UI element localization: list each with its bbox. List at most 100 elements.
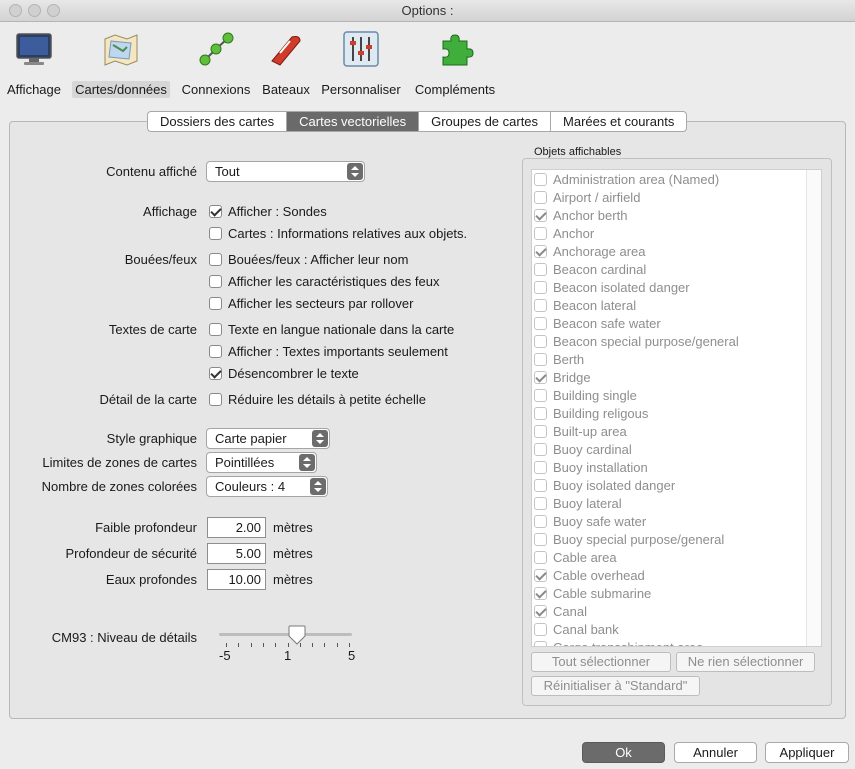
object-list-item[interactable]: Buoy installation (532, 458, 821, 476)
objects-list[interactable]: Administration area (Named) Airport / air… (531, 169, 822, 647)
detail-reduire-row[interactable]: Réduire les détails à petite échelle (209, 392, 426, 407)
object-list-item[interactable]: Buoy safe water (532, 512, 821, 530)
object-checkbox[interactable] (534, 370, 547, 384)
object-list-item[interactable]: Built-up area (532, 422, 821, 440)
cm93-slider-track[interactable] (219, 633, 352, 636)
select-none-button[interactable]: Ne rien sélectionner (676, 652, 815, 672)
toolbar-item-cartes[interactable]: Cartes/données (72, 29, 170, 98)
object-checkbox[interactable] (534, 262, 547, 276)
object-list-item[interactable]: Anchor (532, 224, 821, 242)
limites-select[interactable]: Pointillées (206, 452, 317, 473)
contenu-select[interactable]: Tout (206, 161, 365, 182)
object-list-item[interactable]: Cable overhead (532, 566, 821, 584)
object-list-item[interactable]: Bridge (532, 368, 821, 386)
object-list-item[interactable]: Beacon special purpose/general (532, 332, 821, 350)
bouees-nom-row[interactable]: Bouées/feux : Afficher leur nom (209, 252, 408, 267)
toolbar-item-personnaliser[interactable]: Personnaliser (321, 29, 401, 97)
object-checkbox[interactable] (534, 280, 547, 294)
infos-checkbox-row[interactable]: Cartes : Informations relatives aux obje… (209, 226, 467, 241)
textes-langue-checkbox[interactable] (209, 323, 222, 336)
cancel-button[interactable]: Annuler (674, 742, 757, 763)
textes-desencombrer-row[interactable]: Désencombrer le texte (209, 366, 359, 381)
object-list-item[interactable]: Buoy lateral (532, 494, 821, 512)
object-list-item[interactable]: Cable area (532, 548, 821, 566)
object-checkbox[interactable] (534, 514, 547, 528)
bouees-carac-checkbox[interactable] (209, 275, 222, 288)
object-list-item[interactable]: Beacon isolated danger (532, 278, 821, 296)
object-checkbox[interactable] (534, 334, 547, 348)
toolbar-item-complements[interactable]: Compléments (415, 29, 495, 97)
object-checkbox[interactable] (534, 388, 547, 402)
faible-input[interactable]: 2.00 (207, 517, 266, 538)
tab-groupes[interactable]: Groupes de cartes (419, 112, 552, 131)
object-checkbox[interactable] (534, 640, 547, 646)
reset-standard-button[interactable]: Réinitialiser à "Standard" (531, 676, 700, 696)
object-list-item[interactable]: Buoy cardinal (532, 440, 821, 458)
object-list-item[interactable]: Airport / airfield (532, 188, 821, 206)
object-checkbox[interactable] (534, 622, 547, 636)
object-list-item[interactable]: Canal (532, 602, 821, 620)
object-list-item[interactable]: Building religous (532, 404, 821, 422)
tab-cartes-vectorielles[interactable]: Cartes vectorielles (287, 112, 420, 131)
infos-checkbox[interactable] (209, 227, 222, 240)
object-checkbox[interactable] (534, 226, 547, 240)
object-checkbox[interactable] (534, 442, 547, 456)
object-checkbox[interactable] (534, 406, 547, 420)
object-checkbox[interactable] (534, 550, 547, 564)
object-checkbox[interactable] (534, 604, 547, 618)
object-checkbox[interactable] (534, 244, 547, 258)
eaux-input[interactable]: 10.00 (207, 569, 266, 590)
object-list-item[interactable]: Beacon safe water (532, 314, 821, 332)
object-checkbox[interactable] (534, 190, 547, 204)
apply-button[interactable]: Appliquer (765, 742, 849, 763)
object-list-item[interactable]: Cable submarine (532, 584, 821, 602)
textes-importants-checkbox[interactable] (209, 345, 222, 358)
sondes-checkbox[interactable] (209, 205, 222, 218)
bouees-nom-checkbox[interactable] (209, 253, 222, 266)
object-checkbox[interactable] (534, 424, 547, 438)
bouees-secteurs-row[interactable]: Afficher les secteurs par rollover (209, 296, 413, 311)
object-list-item[interactable]: Administration area (Named) (532, 170, 821, 188)
toolbar-item-connexions[interactable]: Connexions (182, 29, 250, 97)
object-list-item[interactable]: Cargo transshipment area (532, 638, 821, 646)
objects-scrollbar[interactable] (806, 170, 821, 646)
bouees-nom-label: Bouées/feux : Afficher leur nom (228, 252, 409, 267)
object-checkbox[interactable] (534, 478, 547, 492)
object-checkbox[interactable] (534, 298, 547, 312)
object-list-item[interactable]: Beacon cardinal (532, 260, 821, 278)
object-list-item[interactable]: Building single (532, 386, 821, 404)
object-list-item[interactable]: Berth (532, 350, 821, 368)
object-checkbox[interactable] (534, 496, 547, 510)
zones-select[interactable]: Couleurs : 4 (206, 476, 328, 497)
tab-dossiers[interactable]: Dossiers des cartes (148, 112, 288, 131)
bouees-carac-row[interactable]: Afficher les caractéristiques des feux (209, 274, 439, 289)
object-checkbox[interactable] (534, 460, 547, 474)
object-checkbox[interactable] (534, 316, 547, 330)
object-checkbox[interactable] (534, 208, 547, 222)
style-select[interactable]: Carte papier (206, 428, 330, 449)
textes-langue-row[interactable]: Texte en langue nationale dans la carte (209, 322, 454, 337)
toolbar-item-affichage[interactable]: Affichage (7, 29, 61, 97)
textes-desencombrer-checkbox[interactable] (209, 367, 222, 380)
textes-importants-row[interactable]: Afficher : Textes importants seulement (209, 344, 448, 359)
select-all-button[interactable]: Tout sélectionner (531, 652, 671, 672)
object-checkbox[interactable] (534, 568, 547, 582)
object-checkbox[interactable] (534, 532, 547, 546)
object-list-item[interactable]: Anchorage area (532, 242, 821, 260)
object-list-item[interactable]: Beacon lateral (532, 296, 821, 314)
cm93-slider-thumb[interactable] (288, 625, 306, 645)
object-list-item[interactable]: Buoy isolated danger (532, 476, 821, 494)
ok-button[interactable]: Ok (582, 742, 665, 763)
detail-reduire-checkbox[interactable] (209, 393, 222, 406)
securite-input[interactable]: 5.00 (207, 543, 266, 564)
object-list-item[interactable]: Canal bank (532, 620, 821, 638)
object-list-item[interactable]: Buoy special purpose/general (532, 530, 821, 548)
object-checkbox[interactable] (534, 172, 547, 186)
toolbar-item-bateaux[interactable]: Bateaux (262, 29, 310, 97)
object-checkbox[interactable] (534, 352, 547, 366)
sondes-checkbox-row[interactable]: Afficher : Sondes (209, 204, 327, 219)
object-list-item[interactable]: Anchor berth (532, 206, 821, 224)
bouees-secteurs-checkbox[interactable] (209, 297, 222, 310)
object-checkbox[interactable] (534, 586, 547, 600)
tab-marees[interactable]: Marées et courants (551, 112, 686, 131)
